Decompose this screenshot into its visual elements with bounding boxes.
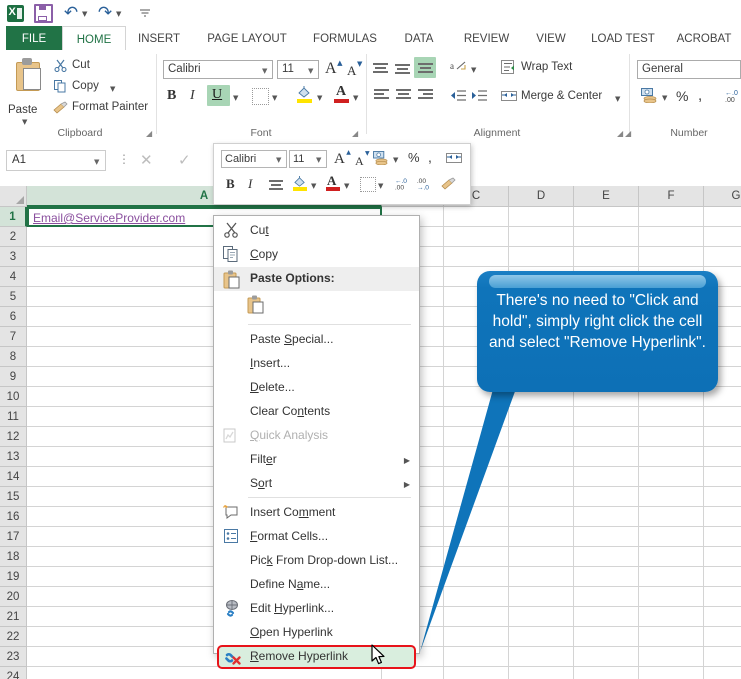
menu-item-label: Insert Comment <box>250 505 336 519</box>
mini-merge-center-icon[interactable] <box>446 151 462 170</box>
mini-accounting-format-icon[interactable] <box>373 151 389 166</box>
menu-item-label: Format Cells... <box>250 529 329 543</box>
menu-item-delete[interactable]: Delete... <box>214 376 419 400</box>
mini-grow-font-icon[interactable]: A ▲ <box>334 149 351 168</box>
mini-font-color-icon[interactable]: A <box>326 173 341 192</box>
scissors-icon <box>223 222 242 240</box>
callout-gloss-highlight <box>489 275 706 288</box>
callout-text: There's no need to "Click and hold", sim… <box>489 292 706 351</box>
menu-item-edit-hyperlink[interactable]: Edit Hyperlink... <box>214 597 419 621</box>
mini-accounting-caret-icon[interactable]: ▼ <box>393 156 398 164</box>
mini-decrease-decimal-icon[interactable]: .00 →.0 <box>414 176 432 196</box>
copy-icon <box>223 246 242 264</box>
menu-item-label: Delete... <box>250 380 295 394</box>
menu-item-label: Clear Contents <box>250 404 331 418</box>
mini-borders-icon[interactable] <box>360 177 376 192</box>
submenu-arrow-icon: ▶ <box>403 456 410 465</box>
mini-comma-button[interactable]: , <box>428 149 432 165</box>
mini-font-name-caret-icon[interactable]: ▼ <box>276 156 281 164</box>
menu-item-label: Paste Options: <box>250 271 335 285</box>
context-menu[interactable]: Cut Copy Paste Options: Paste Special... Ins… <box>213 215 420 669</box>
menu-item-label: Sort <box>250 476 273 490</box>
mini-font-size-caret-icon[interactable]: ▼ <box>316 156 321 164</box>
format-cells-icon <box>223 528 242 546</box>
mouse-cursor <box>371 644 385 665</box>
remove-hyperlink-icon <box>223 648 242 666</box>
menu-item-quick-analysis: Quick Analysis <box>214 424 419 448</box>
menu-item-label: Copy <box>250 247 279 261</box>
mini-toolbar[interactable]: Calibri ▼ 11 ▼ A ▲ A ▼ ▼ % , B I ▼ A ▼ ▼ ←… <box>213 143 471 205</box>
menu-item-label: Edit Hyperlink... <box>250 601 335 615</box>
paste-icon <box>223 270 242 289</box>
mini-fill-color-caret-icon[interactable]: ▼ <box>311 182 316 190</box>
menu-item-insert-comment[interactable]: Insert Comment <box>214 501 419 525</box>
mini-borders-caret-icon[interactable]: ▼ <box>378 182 383 190</box>
menu-item-label: Quick Analysis <box>250 428 329 442</box>
menu-item-label: Filter <box>250 452 277 466</box>
menu-item-label: Open Hyperlink <box>250 625 333 639</box>
edit-hyperlink-icon <box>223 600 242 618</box>
mini-percent-button[interactable]: % <box>408 150 420 165</box>
menu-item-paste-special[interactable]: Paste Special... <box>214 328 419 352</box>
menu-item-open-hyperlink[interactable]: Open Hyperlink <box>214 621 419 645</box>
menu-item-label: Define Name... <box>250 577 331 591</box>
menu-item-filter[interactable]: Filter ▶ <box>214 448 419 472</box>
quick-analysis-icon <box>223 427 242 445</box>
mini-increase-decimal-icon[interactable]: ←.0.00 <box>392 176 410 196</box>
menu-item-label: Cut <box>250 223 269 237</box>
menu-item-pick-from-drop-down-list[interactable]: Pick From Drop-down List... <box>214 549 419 573</box>
menu-item-copy[interactable]: Copy <box>214 243 419 267</box>
menu-header-paste-options: Paste Options: <box>214 267 419 291</box>
menu-item-label: Insert... <box>250 356 291 370</box>
mini-format-painter-icon[interactable] <box>440 177 456 191</box>
svg-text:.00: .00 <box>395 185 405 191</box>
menu-item-label: Pick From Drop-down List... <box>250 553 399 567</box>
menu-item-define-name[interactable]: Define Name... <box>214 573 419 597</box>
menu-item-cut[interactable]: Cut <box>214 219 419 243</box>
menu-separator <box>248 324 411 325</box>
svg-text:→.0: →.0 <box>417 185 429 191</box>
mini-italic-button[interactable]: I <box>248 176 252 192</box>
menu-separator <box>248 497 411 498</box>
mini-shrink-font-icon[interactable]: A ▼ <box>355 150 370 170</box>
mini-font-size-value: 11 <box>293 153 305 165</box>
menu-item-clear-contents[interactable]: Clear Contents <box>214 400 419 424</box>
mini-font-color-caret-icon[interactable]: ▼ <box>344 182 349 190</box>
paste-keep-formatting-icon[interactable] <box>247 295 269 317</box>
menu-item-label: Paste Special... <box>250 332 334 346</box>
mini-align-center-icon[interactable] <box>269 180 284 192</box>
menu-item-insert[interactable]: Insert... <box>214 352 419 376</box>
callout-bubble: There's no need to "Click and hold", sim… <box>477 271 718 392</box>
menu-item-format-cells[interactable]: Format Cells... <box>214 525 419 549</box>
menu-item-label: Remove Hyperlink <box>250 649 349 663</box>
comment-icon <box>223 504 242 522</box>
mini-fill-color-icon[interactable] <box>292 175 308 192</box>
mini-bold-button[interactable]: B <box>226 176 235 192</box>
paste-options-gallery[interactable] <box>214 291 419 321</box>
menu-item-sort[interactable]: Sort ▶ <box>214 472 419 496</box>
submenu-arrow-icon: ▶ <box>403 480 410 489</box>
mini-font-name-value: Calibri <box>225 153 257 165</box>
